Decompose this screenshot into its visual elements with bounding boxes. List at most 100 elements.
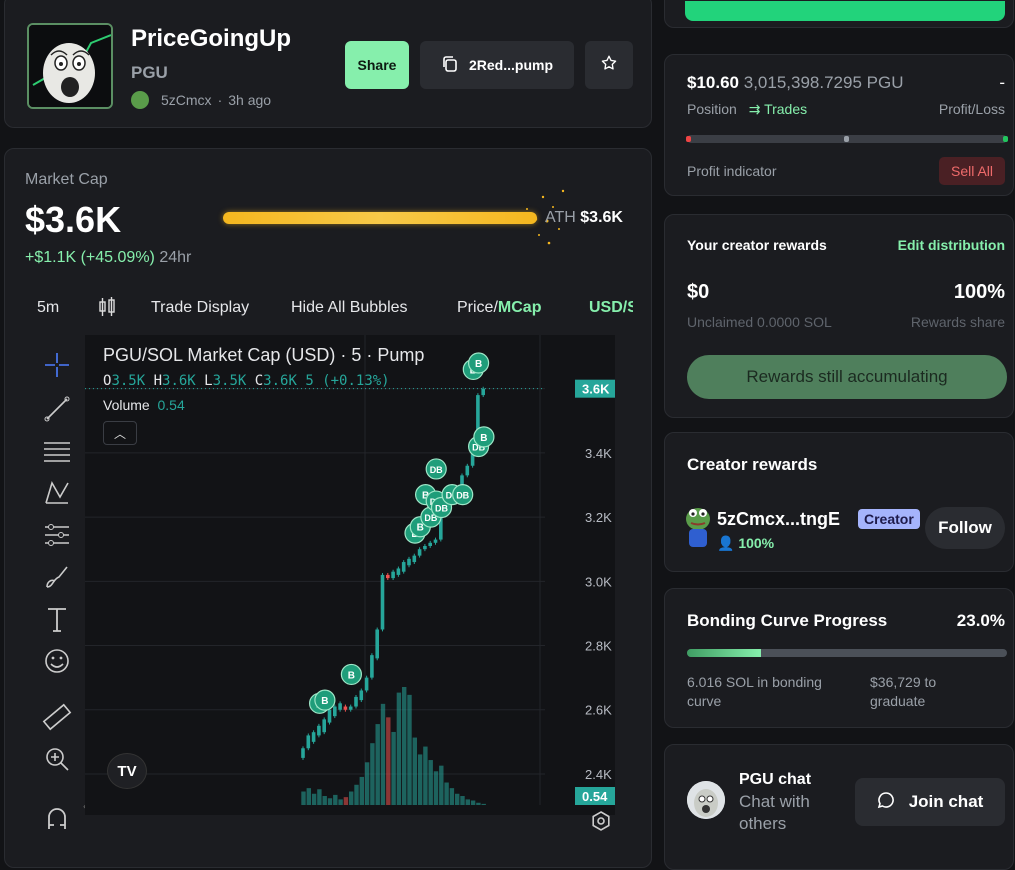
- token-image: [27, 23, 113, 109]
- bonding-curve-bar: [687, 649, 1007, 657]
- copy-address-button[interactable]: 2Red...pump: [420, 41, 574, 89]
- volume-bar: [476, 802, 481, 805]
- creator-avatar: [685, 505, 711, 551]
- y-tick-label: 3.4K: [585, 446, 612, 461]
- candle: [327, 709, 332, 723]
- collapse-legend-button[interactable]: ︿: [103, 421, 137, 445]
- profit-loss-label: Profit/Loss: [938, 101, 1005, 117]
- bubble-label: B: [475, 359, 482, 370]
- candle: [386, 574, 390, 579]
- bonding-curve-fill: [687, 649, 761, 657]
- candle: [338, 703, 342, 710]
- crosshair-icon[interactable]: [41, 349, 73, 381]
- creator-avatar-icon: [131, 91, 149, 109]
- ath-value: $3.6K: [580, 209, 623, 226]
- x-tick-label: 05:00: [522, 814, 557, 815]
- pattern-icon[interactable]: [41, 477, 73, 509]
- sell-all-button[interactable]: Sell All: [939, 157, 1005, 185]
- emoji-icon[interactable]: [41, 645, 73, 677]
- fib-lines-icon[interactable]: [41, 435, 73, 467]
- price-mcap-toggle[interactable]: Price/MCap: [457, 299, 541, 317]
- brush-icon[interactable]: [41, 561, 73, 593]
- bubble-label: DB: [435, 503, 448, 513]
- volume-bar: [370, 743, 375, 805]
- creator-rewards-card: Your creator rewards Edit distribution $…: [664, 214, 1014, 418]
- copy-icon: [441, 55, 459, 76]
- profit-indicator-label: Profit indicator: [687, 163, 777, 179]
- trade-bubble: DB: [452, 484, 474, 506]
- volume-bar: [402, 687, 407, 805]
- volume-bar: [433, 771, 439, 805]
- bonding-curve-card: Bonding Curve Progress 23.0% 6.016 SOL i…: [664, 588, 1014, 728]
- trend-line-icon[interactable]: [41, 393, 73, 425]
- volume-bar: [322, 796, 327, 805]
- y-tick-label: 3.0K: [585, 574, 612, 589]
- ath-progress-bar: [223, 212, 537, 224]
- mcap-label: MCap: [497, 299, 542, 316]
- settings-gear-icon[interactable]: [589, 809, 613, 838]
- candle: [348, 706, 353, 710]
- favorite-button[interactable]: [585, 41, 633, 89]
- candle: [417, 549, 422, 556]
- ruler-icon[interactable]: [41, 701, 73, 733]
- candle: [301, 748, 305, 758]
- zoom-icon[interactable]: [41, 743, 73, 775]
- text-icon[interactable]: [41, 603, 73, 635]
- join-chat-button[interactable]: Join chat: [855, 778, 1005, 826]
- y-tick-label: 2.4K: [585, 767, 612, 782]
- rewards-accumulating-button[interactable]: Rewards still accumulating: [687, 355, 1007, 399]
- tradingview-logo[interactable]: TV: [107, 753, 147, 789]
- place-trade-button[interactable]: [685, 1, 1005, 21]
- volume-bar: [396, 692, 402, 805]
- trades-link[interactable]: ⇉ Trades: [749, 101, 807, 117]
- trade-bubble: B: [314, 689, 336, 711]
- candle: [401, 562, 406, 572]
- candle: [428, 542, 432, 546]
- currency-toggle[interactable]: USD/S: [589, 299, 633, 317]
- candle: [465, 465, 470, 476]
- position-card: $10.60 3,015,398.7295 PGU - Position ⇉ T…: [664, 54, 1014, 196]
- rewards-title: Your creator rewards: [687, 237, 827, 253]
- trade-panel-remnant: [664, 0, 1014, 28]
- last-volume-label: 0.54: [582, 789, 608, 804]
- volume-bar: [412, 737, 417, 805]
- candle: [412, 555, 417, 563]
- position-value: $10.60 3,015,398.7295 PGU: [687, 73, 904, 92]
- price-label: Price/: [457, 299, 498, 316]
- share-button[interactable]: Share: [345, 41, 409, 89]
- profit-loss-value: -: [999, 73, 1005, 92]
- ohlc-readout: O3.5K H3.6K L3.5K C3.6K 5 (+0.13%): [103, 373, 390, 389]
- rewards-value: $0: [687, 281, 710, 303]
- profit-indicator-bar: [686, 135, 1008, 143]
- bubble-label: DB: [430, 465, 443, 475]
- volume-bar: [301, 791, 306, 805]
- last-price-label: 3.6K: [582, 382, 610, 397]
- creator-link[interactable]: 5zCmcx: [161, 92, 212, 108]
- trade-display-toggle[interactable]: Trade Display: [151, 299, 249, 317]
- bubble-label: B: [348, 670, 355, 681]
- token-age: 3h ago: [228, 92, 272, 108]
- bubble-label: DB: [456, 491, 469, 501]
- hide-bubbles-toggle[interactable]: Hide All Bubbles: [291, 299, 408, 317]
- creator-name[interactable]: 5zCmcx...tngE: [717, 509, 840, 530]
- market-cap-label: Market Cap: [25, 171, 108, 188]
- interval-selector[interactable]: 5m: [37, 299, 59, 317]
- follow-button[interactable]: Follow: [925, 507, 1005, 549]
- candles-icon[interactable]: [97, 296, 117, 323]
- volume-bar: [444, 782, 449, 805]
- chat-card: PGU chat Chat with others Join chat: [664, 744, 1014, 870]
- trade-bubble: B: [473, 426, 495, 448]
- candle: [317, 725, 321, 736]
- ath-text: ATH $3.6K: [545, 209, 623, 227]
- volume-bar: [460, 796, 465, 805]
- candle: [481, 388, 485, 396]
- edit-distribution-link[interactable]: Edit distribution: [898, 237, 1005, 253]
- bubble-label: B: [417, 523, 424, 534]
- projection-icon[interactable]: [41, 519, 73, 551]
- change-value: +$1.1K (+45.09%): [25, 249, 155, 266]
- magnet-icon[interactable]: [41, 803, 73, 835]
- volume-bar: [306, 788, 311, 805]
- change-period: 24hr: [159, 249, 192, 266]
- volume-bar: [439, 765, 444, 805]
- join-chat-label: Join chat: [908, 792, 984, 811]
